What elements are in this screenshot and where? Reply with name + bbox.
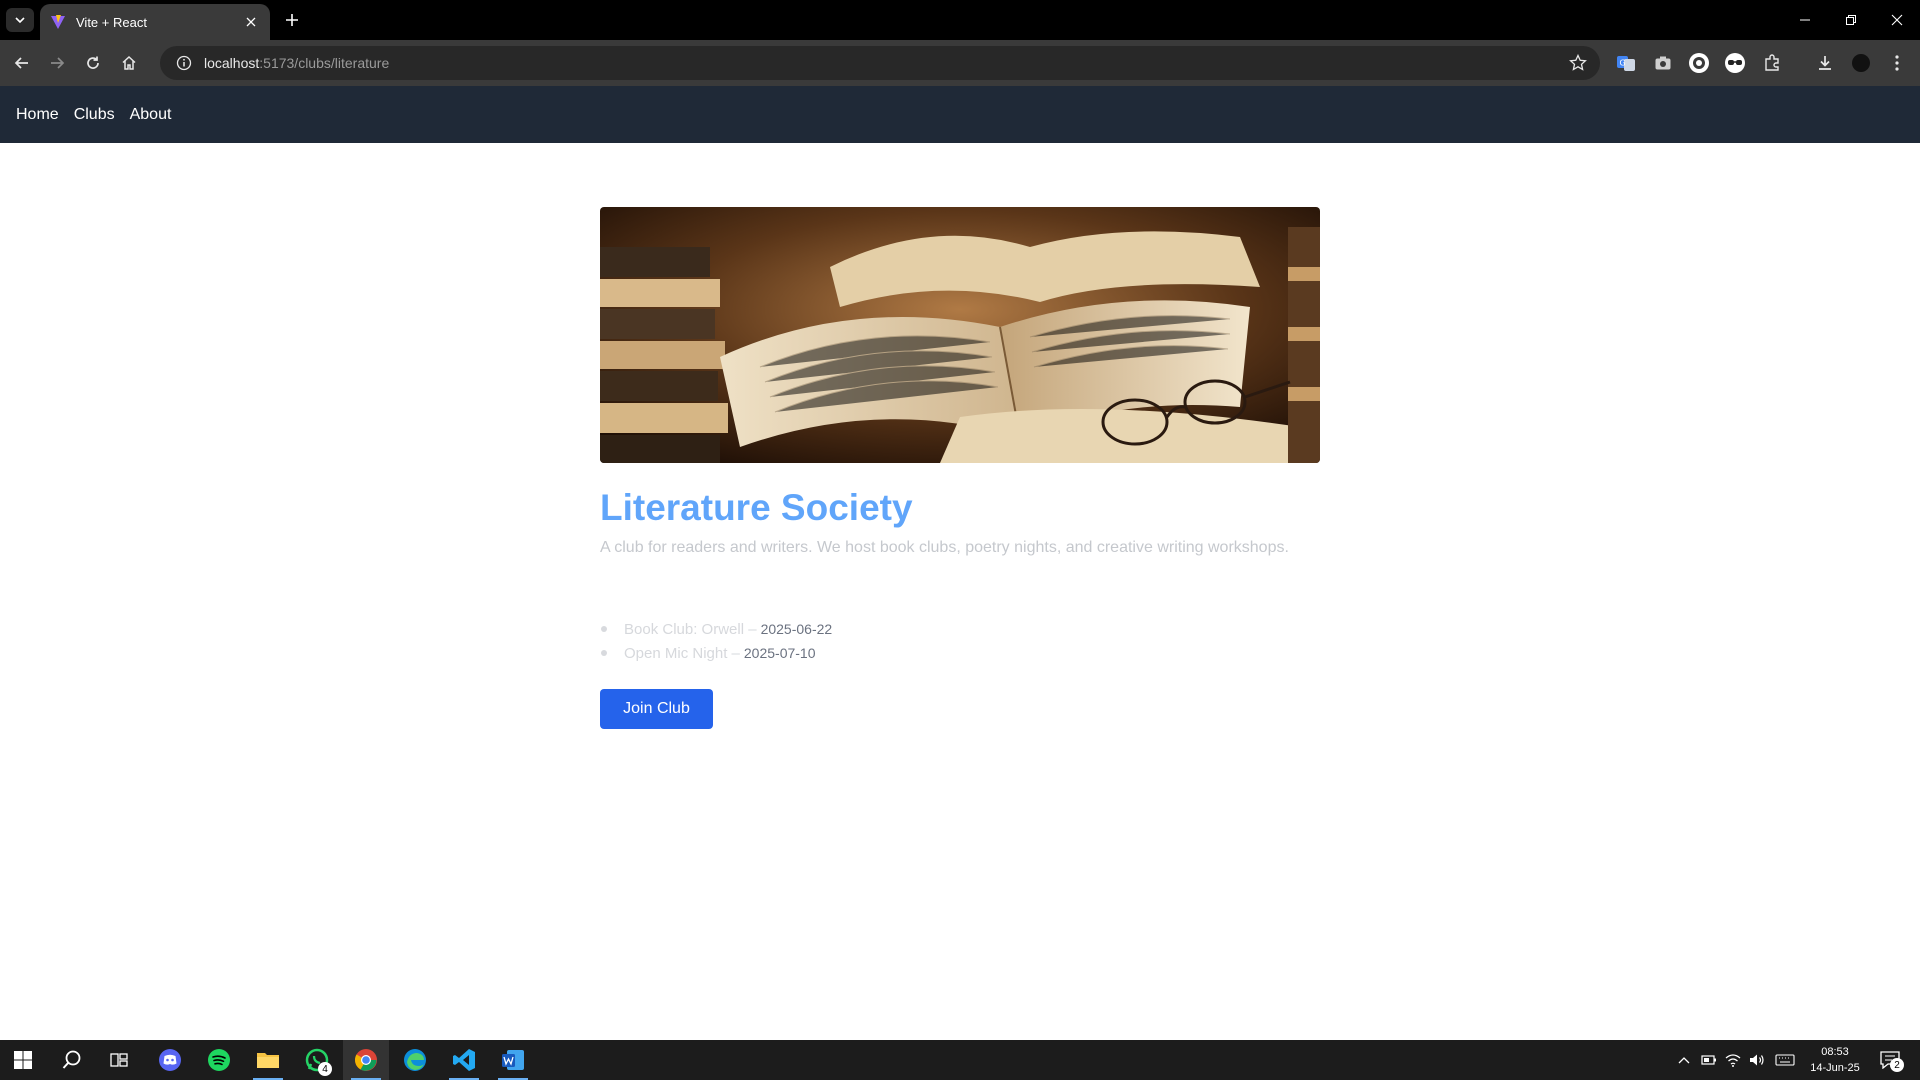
club-description: A club for readers and writers. We host … <box>600 539 1289 556</box>
volume-indicator[interactable] <box>1746 1040 1768 1080</box>
nav-link-about[interactable]: About <box>130 106 172 124</box>
close-tab-icon[interactable] <box>242 13 260 31</box>
nav-link-home[interactable]: Home <box>16 106 59 124</box>
more-menu-icon[interactable] <box>1884 50 1910 76</box>
svg-text:G: G <box>1620 59 1626 68</box>
site-navbar: Home Clubs About <box>0 86 1920 143</box>
taskbar-chrome[interactable] <box>343 1040 389 1080</box>
shield-extension-icon[interactable] <box>1686 50 1712 76</box>
battery-indicator[interactable] <box>1698 1040 1720 1080</box>
battery-icon <box>1701 1055 1716 1065</box>
speaker-icon <box>1750 1054 1764 1066</box>
task-view-button[interactable] <box>96 1040 142 1080</box>
search-icon <box>62 1050 81 1069</box>
windows-logo-icon <box>14 1051 32 1069</box>
close-window-button[interactable] <box>1874 0 1920 40</box>
event-date: 2025-07-10 <box>743 645 816 661</box>
minimize-icon <box>1800 19 1810 21</box>
tab-title: Vite + React <box>76 14 147 30</box>
events-list: Book Club: Orwell – 2025-06-22 Open Mic … <box>600 617 1320 665</box>
club-detail: Literature Society A club for readers an… <box>600 207 1320 729</box>
tray-overflow-button[interactable] <box>1674 1040 1694 1080</box>
bookmark-star-icon[interactable] <box>1566 51 1590 75</box>
clock-date: 14-Jun-25 <box>1810 1062 1860 1074</box>
plus-icon <box>286 14 298 26</box>
close-icon <box>1891 14 1903 26</box>
keyboard-indicator[interactable] <box>1772 1040 1798 1080</box>
event-date: 2025-06-22 <box>760 621 833 637</box>
browser-toolbar: localhost:5173/clubs/literature G <box>0 40 1920 86</box>
clock-time: 08:53 <box>1821 1046 1849 1058</box>
tab-search-button[interactable] <box>6 8 34 32</box>
windows-taskbar: 4 08:53 14-Jun-25 2 <box>0 1040 1920 1080</box>
folder-icon <box>257 1053 279 1068</box>
back-button[interactable] <box>6 47 38 79</box>
taskbar-clock[interactable]: 08:53 14-Jun-25 <box>1800 1044 1870 1076</box>
forward-button[interactable] <box>41 47 73 79</box>
club-hero-image <box>600 207 1320 463</box>
taskbar-search-button[interactable] <box>49 1040 95 1080</box>
taskbar-edge[interactable] <box>392 1040 438 1080</box>
start-button[interactable] <box>0 1040 46 1080</box>
join-club-button[interactable]: Join Club <box>600 689 713 729</box>
vite-logo-icon <box>51 15 65 29</box>
notification-center-button[interactable]: 2 <box>1876 1048 1904 1072</box>
event-item: Open Mic Night – 2025-07-10 <box>600 641 1320 665</box>
word-icon <box>502 1050 524 1070</box>
restore-icon <box>1846 15 1856 25</box>
home-button[interactable] <box>113 47 145 79</box>
arrow-right-icon <box>51 57 65 69</box>
arrow-left-icon <box>14 57 28 69</box>
nav-link-clubs[interactable]: Clubs <box>74 106 115 124</box>
taskbar-spotify[interactable] <box>196 1040 242 1080</box>
spotify-icon <box>208 1049 230 1071</box>
download-icon[interactable] <box>1812 50 1838 76</box>
reload-button[interactable] <box>77 47 109 79</box>
event-name: Open Mic Night – <box>624 644 740 662</box>
taskbar-word[interactable] <box>490 1040 536 1080</box>
url-host: localhost <box>204 55 260 71</box>
vscode-icon <box>453 1049 475 1071</box>
puzzle-extensions-icon[interactable] <box>1759 50 1785 76</box>
window-controls <box>1782 0 1920 40</box>
network-indicator[interactable] <box>1722 1040 1744 1080</box>
bullet-icon <box>601 626 607 632</box>
reload-icon <box>87 56 99 69</box>
event-name: Book Club: Orwell – <box>624 620 757 638</box>
task-view-icon <box>110 1053 128 1067</box>
event-item: Book Club: Orwell – 2025-06-22 <box>600 617 1320 641</box>
url-path: :5173/clubs/literature <box>259 55 390 71</box>
bullet-icon <box>601 650 607 656</box>
camera-extension-icon[interactable] <box>1650 50 1676 76</box>
sunglasses-extension-icon[interactable] <box>1722 50 1748 76</box>
taskbar-file-explorer[interactable] <box>245 1040 291 1080</box>
chevron-down-icon <box>15 17 25 24</box>
chrome-icon <box>355 1049 377 1071</box>
translate-extension-icon[interactable]: G <box>1613 50 1639 76</box>
minimize-button[interactable] <box>1782 0 1828 40</box>
profile-avatar-icon[interactable] <box>1848 50 1874 76</box>
edge-icon <box>404 1049 426 1071</box>
club-title: Literature Society <box>600 487 913 528</box>
restore-button[interactable] <box>1828 0 1874 40</box>
taskbar-vscode[interactable] <box>441 1040 487 1080</box>
browser-tab[interactable]: Vite + React <box>40 4 270 40</box>
chevron-up-icon <box>1678 1057 1690 1064</box>
whatsapp-badge: 4 <box>318 1062 332 1076</box>
notification-count-badge: 2 <box>1890 1058 1904 1072</box>
browser-tabstrip: Vite + React <box>0 0 1920 40</box>
taskbar-whatsapp[interactable]: 4 <box>294 1040 340 1080</box>
discord-icon <box>159 1049 181 1071</box>
wifi-icon <box>1725 1054 1741 1067</box>
address-bar[interactable]: localhost:5173/clubs/literature <box>160 46 1600 80</box>
home-icon <box>122 55 136 70</box>
keyboard-icon <box>1775 1054 1795 1066</box>
site-info-icon[interactable] <box>172 51 196 75</box>
new-tab-button[interactable] <box>278 8 306 32</box>
taskbar-discord[interactable] <box>147 1040 193 1080</box>
